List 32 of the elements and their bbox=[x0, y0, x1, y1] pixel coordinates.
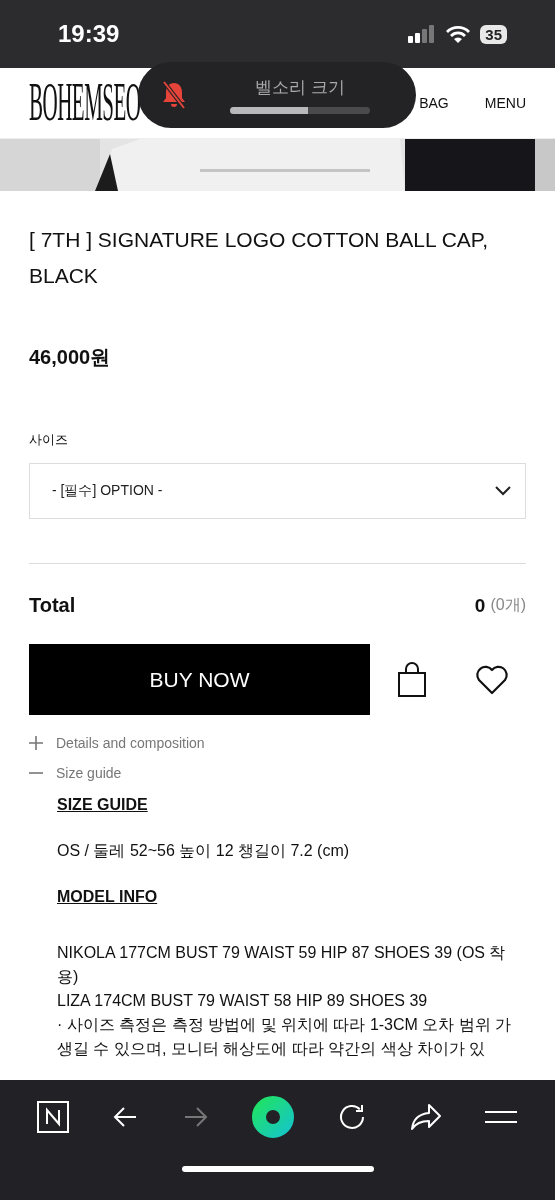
product-price: 46,000원 bbox=[29, 345, 112, 370]
chevron-down-icon bbox=[495, 486, 511, 496]
size-text: OS / 둘레 52~56 높이 12 챙길이 7.2 (cm) bbox=[57, 841, 351, 861]
size-guide-heading: SIZE GUIDE bbox=[57, 795, 149, 815]
buy-now-button[interactable]: BUY NOW bbox=[29, 644, 370, 715]
plus-icon bbox=[29, 736, 43, 750]
brand-logo[interactable]: BOHEMSEO bbox=[29, 70, 141, 136]
model-text: NIKOLA 177CM BUST 79 WAIST 59 HIP 87 SHOES 39 (OS 착용) bbox=[57, 943, 507, 987]
n-logo-icon bbox=[36, 1101, 69, 1133]
option-label: 사이즈 bbox=[29, 431, 69, 449]
model-info-heading: MODEL INFO bbox=[57, 887, 159, 907]
menu-icon bbox=[484, 1109, 519, 1125]
battery-indicator: 35 bbox=[480, 24, 507, 44]
clock: 19:39 bbox=[58, 20, 120, 48]
accordion-toggle[interactable]: Size guide bbox=[29, 765, 122, 781]
share-icon bbox=[409, 1102, 444, 1132]
wifi-icon bbox=[446, 25, 471, 43]
ring-icon bbox=[252, 1096, 295, 1138]
size-note: · 사이즈 측정은 측정 방법에 및 위치에 따라 1-3CM 오차 범위 가 생길 수 있으며, 모니터 해상도에 따라 약간의 색상 차이가 있 bbox=[57, 1015, 513, 1059]
volume-title: 벨소리 크기 bbox=[255, 77, 345, 99]
heart-icon[interactable] bbox=[475, 664, 509, 695]
total-count: (0개) bbox=[490, 595, 526, 615]
shopping-bag-icon[interactable] bbox=[397, 661, 427, 698]
nav-link[interactable]: BAG bbox=[419, 95, 449, 111]
size-dropdown[interactable]: - [필수] OPTION - bbox=[29, 463, 526, 519]
total-label: Total bbox=[29, 594, 76, 617]
accordion-toggle[interactable]: Details and composition bbox=[29, 735, 205, 751]
product-title: [ 7TH ] SIGNATURE LOGO COTTON BALL CAP, BLACK bbox=[29, 227, 489, 289]
total-amount: 0 bbox=[474, 594, 486, 617]
model-text: LIZA 174CM BUST 79 WAIST 58 HIP 89 SHOES 39 bbox=[57, 991, 429, 1011]
nav-link[interactable]: MENU bbox=[484, 95, 526, 111]
signal-icon bbox=[408, 25, 437, 43]
